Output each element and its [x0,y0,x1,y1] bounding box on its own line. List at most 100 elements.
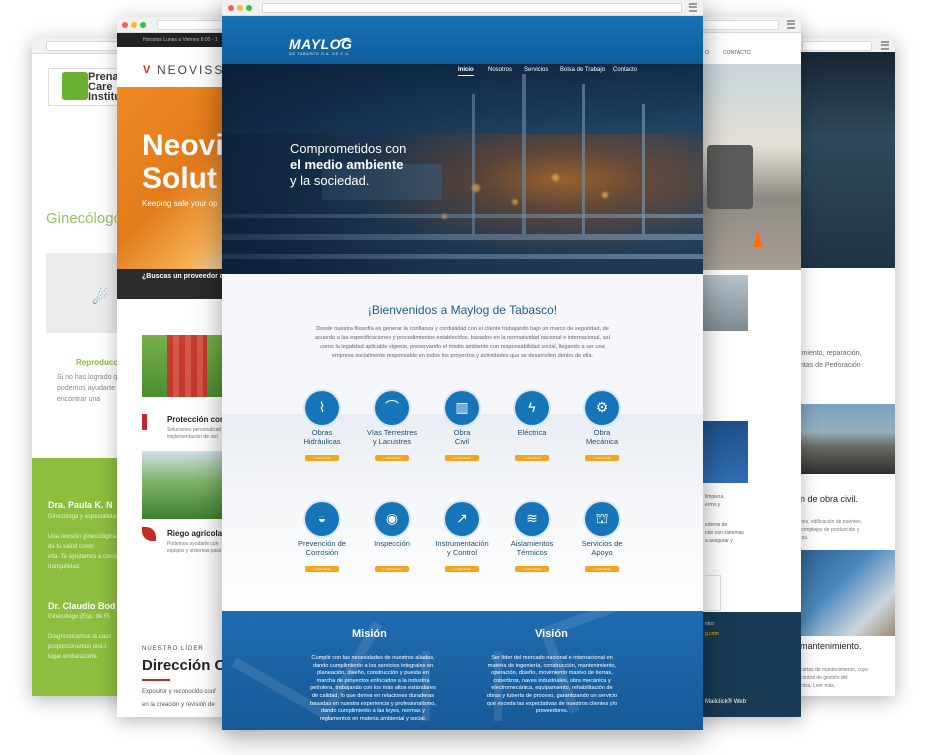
irrigation-image [142,451,222,519]
bridge-icon[interactable]: ⌒ [375,391,409,425]
sonar-icon[interactable]: ◉ [375,502,409,536]
more-info-button[interactable]: + información [305,566,339,572]
credit-link[interactable]: Mailclick® Web [705,699,746,705]
mission-vision-section [222,611,703,730]
nav-item-contacto[interactable]: CONTACTO [723,50,751,56]
service-label-line: Obra [593,428,611,437]
service-text: cartas de mantenimiento, cuyo control de… [800,667,869,689]
service-label-line: Corrosión [305,548,339,557]
valve-icon[interactable]: ⚙ [585,391,619,425]
extinguisher-icon [142,414,152,430]
gravel-photo [703,275,748,331]
close-dot-icon[interactable] [228,5,234,11]
service-title[interactable]: Riego agrícola [167,529,222,538]
more-info-button[interactable]: + información [305,455,339,461]
service-label: Servicios de Apoyo [562,539,642,557]
leaf-icon [142,527,156,541]
maximize-dot-icon[interactable] [246,5,252,11]
service-glyph: ◒ [317,510,327,526]
service-card[interactable]: ◉ Inspección + información [352,502,432,575]
more-info-button[interactable]: + información [445,455,479,461]
logo-subtitle: DE TABASCO S.A. DE C.V. [289,51,350,56]
service-card[interactable]: ⛫ Servicios de Apoyo + información [562,502,642,575]
nav-contacto[interactable]: Contacto [613,67,637,73]
road-roller-photo [800,404,895,474]
hero-subtitle: Keeping safe your op [142,199,218,208]
cable-icon[interactable]: ϟ [515,391,549,425]
welcome-text: Donde nuestra filosofía es generar la co… [314,326,611,359]
service-label-line: Vías Terrestres [366,428,418,437]
service-label-line: Prevención de [298,539,346,548]
more-info-button[interactable]: + información [515,566,549,572]
maximize-dot-icon[interactable] [140,22,146,28]
service-card[interactable]: ↗ Instrumentación y Control + información [422,502,502,575]
more-info-button[interactable]: + información [585,566,619,572]
runner-icon: ☄ [92,288,109,308]
nav-item[interactable]: O [705,50,709,56]
menu-icon[interactable] [787,20,795,29]
service-card[interactable]: ⌇ Obras Hidráulicas + información [282,391,362,464]
address-bar[interactable] [262,3,682,13]
truck-shape [707,145,753,209]
service-label: Aislamientos Térmicos [492,539,572,557]
nav-inicio[interactable]: Inicio [458,67,474,76]
service-card[interactable]: ⌒ Vías Terrestres y Lacustres + información [352,391,432,464]
heat-icon[interactable]: ≋ [515,502,549,536]
service-label: Instrumentación y Control [422,539,502,557]
vision-title: Visión [535,628,568,640]
hero-title-line2: Solut [142,162,217,195]
platform-icon[interactable]: ⛫ [585,502,619,536]
drop-icon[interactable]: ◒ [305,502,339,536]
nav-nosotros[interactable]: Nosotros [488,67,512,73]
footer-link[interactable]: g.com [705,631,719,637]
title-underline [142,679,170,681]
hero-headline-line1: Comprometidos con [290,141,407,156]
service-label-line: Obra [453,428,471,437]
cta-question: ¿Buscas un proveedor d [142,273,225,280]
service-label: Vías Terrestres y Lacustres [352,428,432,446]
leader-label: NUESTRO LÍDER [142,646,204,652]
more-info-button[interactable]: + información [375,566,409,572]
leader-text: en la creación y revisión de [142,702,215,708]
more-info-button[interactable]: + información [445,566,479,572]
card-outline [705,575,721,611]
more-info-button[interactable]: + información [515,455,549,461]
browser-chrome [222,0,703,16]
minimize-dot-icon[interactable] [131,22,137,28]
close-dot-icon[interactable] [122,22,128,28]
more-info-button[interactable]: + información [375,455,409,461]
hero-title-line1: Neovi [142,129,224,162]
menu-icon[interactable] [881,41,889,50]
service-glyph: ▥ [455,399,469,415]
address-bar[interactable] [46,41,126,51]
doctor-role: Ginecóloga y especialista [48,514,117,520]
portfolio-showcase: Prenat Care Institu Ginecólogo ☄ Reprodu… [0,0,925,755]
section-heading: Ginecólogo [46,210,122,227]
service-card[interactable]: ϟ Eléctrica + información [492,391,572,464]
service-label: Prevención de Corrosión [282,539,362,557]
address-bar[interactable] [699,20,779,30]
service-card[interactable]: ⚙ Obra Mecánica + información [562,391,642,464]
service-label: Obras Hidráulicas [282,428,362,446]
intro-text: imiento, reparación, ntas de Perforación [800,350,862,369]
minimize-dot-icon[interactable] [237,5,243,11]
building-icon[interactable]: ▥ [445,391,479,425]
service-card[interactable]: ◒ Prevención de Corrosión + información [282,502,362,575]
maintenance-photo [800,550,895,636]
service-card[interactable]: ▥ Obra Civil + información [422,391,502,464]
service-card[interactable]: ≋ Aislamientos Térmicos + información [492,502,572,575]
transport-window: O CONTACTO limpieza, ermo y ederos de nd… [695,17,801,717]
chart-icon[interactable]: ↗ [445,502,479,536]
nav-servicios[interactable]: Servicios [524,67,548,73]
menu-icon[interactable] [689,3,697,12]
more-info-button[interactable]: + información [585,455,619,461]
nav-bolsa-de-trabajo[interactable]: Bolsa de Trabajo [560,67,605,73]
address-bar[interactable] [802,41,872,51]
maylog-window: MAYLOG DE TABASCO S.A. DE C.V. Inicio No… [222,0,703,730]
fire-pipes-image [167,335,207,397]
service-text: limpieza, ermo y [705,494,725,508]
feature-title: Reproducci [76,358,121,367]
pipe-icon[interactable]: ⌇ [305,391,339,425]
service-glyph: ⛫ [595,510,609,526]
hero-headline-line2: el medio ambiente [290,157,404,172]
